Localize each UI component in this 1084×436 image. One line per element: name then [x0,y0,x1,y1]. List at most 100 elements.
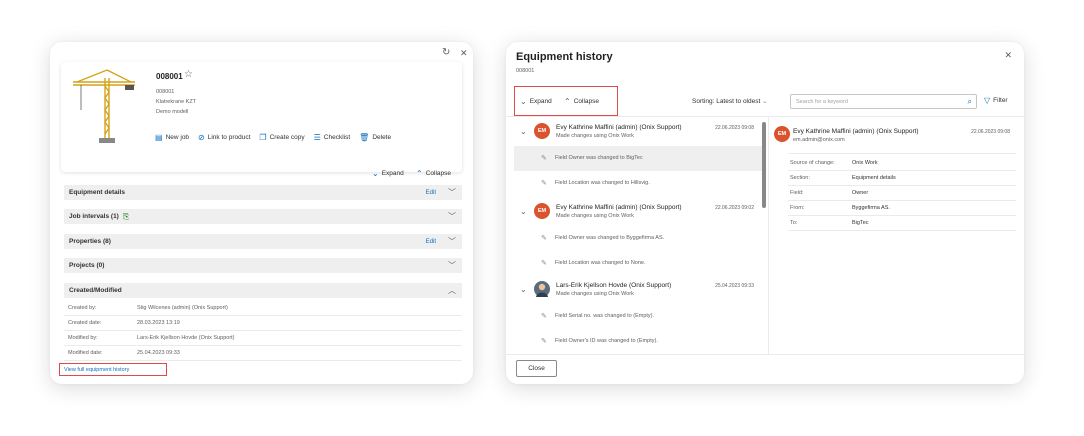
divider [64,315,462,316]
chevron-down-icon: ﹀ [448,212,456,221]
history-author: Lars-Erik Kjellson Hovde (Onix Support) [556,282,672,289]
divider [64,345,462,346]
equipment-image [65,66,141,144]
detail-date: 22.06.2023 09:08 [971,129,1010,135]
search-input[interactable]: Search for a keyword ⌕ [790,94,977,109]
history-date: 22.06.2023 09:02 [715,205,754,211]
equipment-meta-type: Klatrekrane KZT [156,99,197,105]
section-properties[interactable]: Properties (8) Edit ﹀ [64,234,462,249]
pencil-icon: ✎ [541,180,547,187]
scrollbar[interactable] [762,122,766,208]
history-change-item[interactable]: ✎ Field Serial no. was changed to (Empty)… [514,304,766,329]
close-button[interactable]: Close [516,360,557,377]
equipment-header: 008001 ☆ 008001 Klatrekrane KZT Demo mod… [61,62,462,172]
view-full-history-link[interactable]: View full equipment history [59,363,167,376]
history-source: Made changes using Onix Work [556,291,634,297]
history-change-item[interactable]: ✎ Field Location was changed to None. [514,251,766,276]
detail-email: em.admin@onix.com [793,137,845,143]
delete-button[interactable]: 🗑 Delete [359,133,391,142]
collapse-button[interactable]: ⌃ Collapse [416,169,451,178]
edit-link[interactable]: Edit [426,190,436,196]
filter-icon: ▽ [984,96,991,105]
checklist-button[interactable]: ☰ Checklist [314,133,351,142]
history-change-item[interactable]: ✎ Field Owner was changed to Byggefirma A… [514,226,766,251]
history-entry[interactable]: ⌄ EM Evy Kathrine Maffini (admin) (Onix … [514,118,758,144]
filter-button[interactable]: ▽ Filter [984,96,1008,105]
avatar: EM [534,203,550,219]
trash-icon: 🗑 [359,133,370,142]
pencil-icon: ✎ [541,313,547,320]
divider [788,170,1016,171]
close-icon[interactable]: ✕ [1004,50,1012,61]
section-equipment-details[interactable]: Equipment details Edit ﹀ [64,185,462,200]
divider [788,200,1016,201]
equipment-meta-model: Demo modell [156,109,189,115]
equipment-meta-id: 008001 [156,89,175,95]
section-job-intervals[interactable]: Job intervals (1) ⎘ ﹀ [64,209,462,224]
chevron-down-icon: ﹀ [448,261,456,270]
history-author: Evy Kathrine Maffini (admin) (Onix Suppo… [556,204,682,211]
divider [788,153,1016,154]
chevron-up-icon: ⌃ [564,97,571,106]
sorting-dropdown[interactable]: Sorting: Latest to oldest ⌄ [692,97,768,105]
pencil-icon: ✎ [541,260,547,267]
divider [788,230,1016,231]
chevron-down-icon: ﹀ [448,188,456,197]
checklist-icon: ☰ [313,133,321,142]
divider [506,354,1024,355]
chevron-down-icon: ⌄ [520,97,527,106]
link-to-product-button[interactable]: ⊘ Link to product [198,133,250,142]
star-icon[interactable]: ☆ [184,69,193,80]
divider [788,215,1016,216]
equipment-card: ↻ ✕ 008001 ☆ 008001 Klatrekrane KZT Demo… [50,42,473,384]
avatar [534,281,550,297]
avatar: EM [774,126,790,142]
chevron-down-icon: ⌄ [762,98,768,105]
history-source: Made changes using Onix Work [556,133,634,139]
history-date: 25.04.2023 09:33 [715,283,754,289]
history-change-item[interactable]: ✎ Field Owner's ID was changed to (Empty)… [514,329,766,354]
history-entry[interactable]: ⌄ Lars-Erik Kjellson Hovde (Onix Support… [514,276,758,302]
divider [768,117,769,354]
dialog-subtitle: 008001 [516,68,535,74]
clipboard-icon: ⎘ [122,211,130,221]
pencil-icon: ✎ [541,338,547,345]
history-entry[interactable]: ⌄ EM Evy Kathrine Maffini (admin) (Onix … [514,198,758,224]
new-job-button[interactable]: ▤ New job [155,133,189,142]
divider [64,360,462,361]
divider [506,116,1024,117]
create-copy-button[interactable]: ❐ Create copy [259,133,304,142]
edit-link[interactable]: Edit [426,239,436,245]
close-icon[interactable]: ✕ [460,48,468,58]
chevron-up-icon: ⌃ [416,169,423,178]
detail-author: Evy Kathrine Maffini (admin) (Onix Suppo… [793,128,919,135]
dialog-title: Equipment history [516,51,613,63]
divider [788,185,1016,186]
history-date: 22.06.2023 09:08 [715,125,754,131]
chevron-down-icon[interactable]: ⌄ [520,285,527,294]
history-change-item[interactable]: ✎ Field Location was changed to Hillsvig. [514,171,766,196]
chevron-down-icon[interactable]: ⌄ [520,207,527,216]
section-created-modified[interactable]: Created/Modified ︿ [64,283,462,298]
section-projects[interactable]: Projects (0) ﹀ [64,258,462,273]
clipboard-icon: ▤ [155,133,163,142]
history-list: ⌄ EM Evy Kathrine Maffini (admin) (Onix … [514,118,766,354]
collapse-button[interactable]: ⌃ Collapse [564,97,599,106]
chevron-up-icon: ︿ [448,286,456,295]
pencil-icon: ✎ [541,155,547,162]
history-change-item[interactable]: ✎ Field Owner was changed to BigTec [514,146,766,171]
equipment-number: 008001 [156,72,183,81]
action-bar: ▤ New job ⊘ Link to product ❐ Create copy ☰… [155,133,391,142]
refresh-icon[interactable]: ↻ [442,48,450,58]
search-icon[interactable]: ⌕ [968,97,972,107]
expand-button[interactable]: ⌄ Expand [372,169,404,178]
copy-icon: ❐ [259,133,267,142]
chevron-down-icon: ⌄ [372,169,379,178]
history-source: Made changes using Onix Work [556,213,634,219]
chevron-down-icon[interactable]: ⌄ [520,127,527,136]
history-author: Evy Kathrine Maffini (admin) (Onix Suppo… [556,124,682,131]
chevron-down-icon: ﹀ [448,237,456,246]
pencil-icon: ✎ [541,235,547,242]
expand-button[interactable]: ⌄ Expand [520,97,552,106]
equipment-history-dialog: Equipment history 008001 ✕ ⌄ Expand ⌃ Coll… [506,42,1024,384]
